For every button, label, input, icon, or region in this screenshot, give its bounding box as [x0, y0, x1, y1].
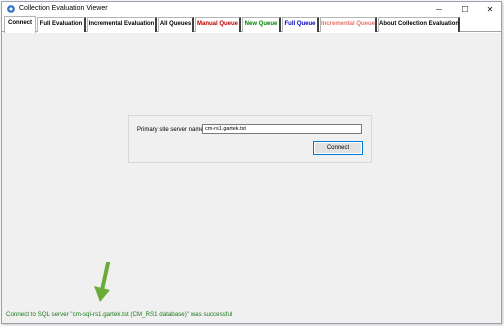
maximize-button[interactable]: ☐ — [454, 2, 476, 16]
tab-new-queue[interactable]: New Queue — [242, 17, 281, 32]
tab-full-evaluation[interactable]: Full Evaluation — [37, 17, 86, 32]
tab-all-queues[interactable]: All Queues — [158, 17, 194, 32]
minimize-button[interactable]: ─ — [428, 2, 450, 16]
status-bar: Connect to SQL server "cm-sql-rs1.gartek… — [2, 307, 501, 323]
connection-group: Primary site server name cm-rs1.gartek.t… — [128, 115, 372, 163]
tab-full-queue[interactable]: Full Queue — [282, 17, 319, 32]
tab-incremental-evaluation[interactable]: Incremental Evaluation — [87, 17, 157, 32]
status-message: Connect to SQL server "cm-sql-rs1.gartek… — [6, 311, 233, 318]
app-window: Collection Evaluation Viewer ─ ☐ ✕ Conne… — [1, 1, 502, 324]
title-bar[interactable]: Collection Evaluation Viewer ─ ☐ ✕ — [2, 2, 501, 16]
close-button[interactable]: ✕ — [479, 2, 501, 16]
tab-strip: Connect Full Evaluation Incremental Eval… — [2, 16, 501, 33]
app-icon — [7, 5, 15, 13]
window-title: Collection Evaluation Viewer — [19, 5, 108, 12]
connect-panel: Primary site server name cm-rs1.gartek.t… — [2, 33, 501, 307]
annotation-arrow-icon — [94, 262, 110, 302]
server-name-label: Primary site server name — [137, 127, 204, 133]
tab-manual-queue[interactable]: Manual Queue — [195, 17, 241, 32]
server-name-input[interactable]: cm-rs1.gartek.tst — [202, 124, 362, 134]
tab-connect[interactable]: Connect — [4, 16, 36, 33]
connect-button[interactable]: Connect — [313, 141, 363, 155]
tab-incremental-queue[interactable]: Incremental Queue — [320, 17, 377, 32]
tab-about-collection-evaluation[interactable]: About Collection Evaluation — [378, 17, 460, 32]
